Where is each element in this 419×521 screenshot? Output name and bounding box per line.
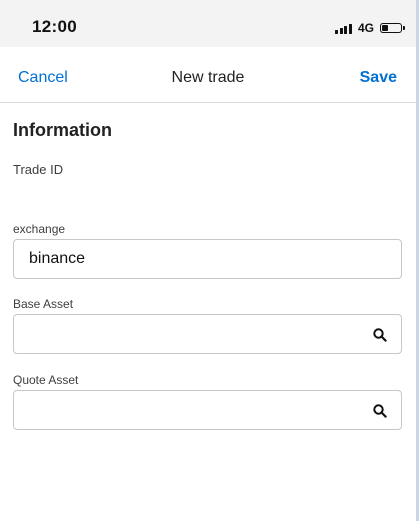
save-button[interactable]: Save: [360, 69, 397, 87]
header-bar: New trade Cancel Save: [0, 47, 416, 103]
exchange-label: exchange: [13, 222, 66, 236]
search-icon[interactable]: [372, 327, 388, 343]
status-bar: 12:00 4G: [0, 0, 419, 47]
section-title: Information: [13, 120, 112, 140]
search-icon[interactable]: [372, 403, 388, 419]
cancel-button[interactable]: Cancel: [18, 69, 68, 87]
base-asset-label: Base Asset: [13, 297, 74, 311]
battery-icon: [380, 23, 405, 33]
battery-level: [382, 25, 388, 31]
network-type: 4G: [357, 21, 374, 35]
trade-id-label: Trade ID: [13, 162, 64, 177]
status-time: 12:00: [32, 17, 77, 36]
status-indicators: 4G: [335, 21, 405, 35]
base-asset-field[interactable]: [13, 314, 402, 354]
signal-strength-icon: [335, 23, 352, 34]
exchange-field[interactable]: binance: [13, 239, 402, 279]
quote-asset-field[interactable]: [13, 390, 402, 430]
exchange-value: binance: [29, 250, 86, 267]
quote-asset-label: Quote Asset: [13, 373, 79, 387]
